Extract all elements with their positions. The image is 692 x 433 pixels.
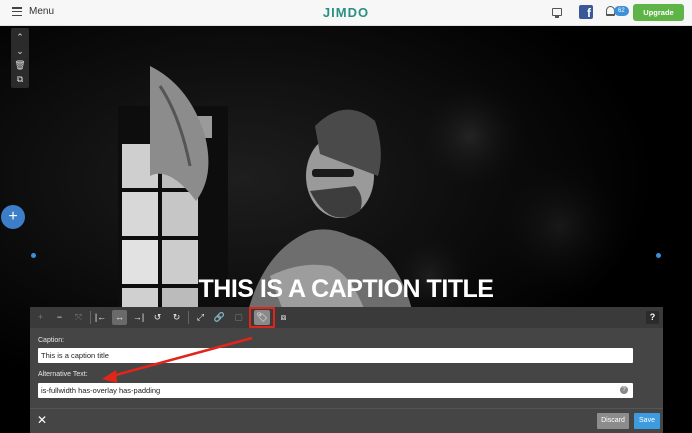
toolbar-divider [90,311,91,324]
top-bar: Menu JIMDO f 62 Upgrade [0,0,692,26]
facebook-icon[interactable]: f [579,5,593,20]
add-section-button[interactable]: + [1,205,25,229]
caption-input[interactable] [38,348,633,363]
rotate-left-icon[interactable]: ↺ [150,310,165,325]
hamburger-icon [12,7,22,16]
move-up-icon[interactable]: ⌃ [12,30,28,44]
zoom-out-icon[interactable]: − [52,310,67,325]
align-right-icon[interactable]: →| [131,310,146,325]
editor-footer: ✕ Discard Save [30,408,663,433]
image-editor-panel: + − ⤧ |← ↔ →| ↺ ↻ ⤢ 🔗 ▢ 🏷 ⧈ ? Caption: A… [30,307,663,408]
alt-text-label: Alternative Text: [38,371,88,378]
save-button[interactable]: Save [634,413,660,429]
align-left-icon[interactable]: |← [93,310,108,325]
tag-icon[interactable]: 🏷 [254,310,270,325]
toolbar-divider [188,311,189,324]
resize-handle-right[interactable] [656,253,661,258]
align-center-icon[interactable]: ↔ [112,310,127,325]
resize-handle-left[interactable] [31,253,36,258]
caption-label: Caption: [38,337,65,344]
menu-button[interactable]: Menu [12,6,54,17]
monitor-icon[interactable] [552,8,562,18]
fullscreen-icon[interactable]: ⤢ [193,310,208,325]
close-icon[interactable]: ✕ [37,414,47,427]
block-tools: ⌃ ⌄ 🗑 ⧉ [11,28,29,88]
help-icon[interactable]: ? [646,311,659,324]
copy-icon[interactable]: ⧉ [12,72,28,86]
move-down-icon[interactable]: ⌄ [12,44,28,58]
upgrade-button[interactable]: Upgrade [633,4,684,21]
link-icon[interactable]: 🔗 [212,310,227,325]
crop-icon[interactable]: ▢ [231,310,246,325]
delete-icon[interactable]: 🗑 [12,58,28,72]
zoom-in-icon[interactable]: + [33,310,48,325]
screen: Menu JIMDO f 62 Upgrade ⌃ ⌄ 🗑 ⧉ + THIS I… [0,0,692,433]
fit-icon[interactable]: ⤧ [71,310,86,325]
discard-button[interactable]: Discard [597,413,629,429]
alt-text-help-icon[interactable]: ? [620,386,628,394]
caption-icon[interactable]: ⧈ [276,310,291,325]
caption-title: THIS IS A CAPTION TITLE [198,275,494,303]
notification-count-badge: 62 [614,6,629,16]
menu-label: Menu [29,6,55,17]
rotate-right-icon[interactable]: ↻ [169,310,184,325]
alt-text-input[interactable] [38,383,633,398]
